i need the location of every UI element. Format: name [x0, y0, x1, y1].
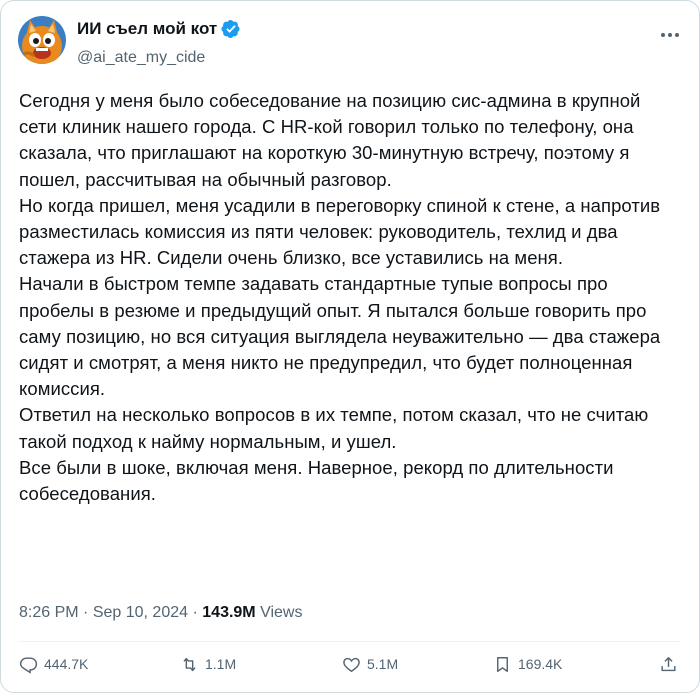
repost-count: 1.1M [205, 656, 237, 672]
bookmark-button[interactable]: 169.4K [493, 652, 562, 676]
author-name-row: ИИ съел мой кот [77, 18, 241, 40]
tweet-meta: 8:26 PM · Sep 10, 2024 · 143.9M Views [19, 602, 302, 624]
tweet-date[interactable]: Sep 10, 2024 [93, 604, 188, 621]
reply-button[interactable]: 444.7K [19, 652, 88, 676]
reply-count: 444.7K [44, 656, 89, 672]
repost-button[interactable]: 1.1M [180, 652, 236, 676]
cartoon-cat-avatar-icon [18, 16, 66, 64]
views-count: 143.9M [202, 604, 256, 621]
bookmark-count: 169.4K [518, 656, 563, 672]
avatar[interactable] [18, 16, 66, 64]
tweet-paragraph: Ответил на несколько вопросов в их темпе… [19, 404, 649, 452]
tweet-paragraph: Все были в шоке, включая меня. Наверное,… [19, 456, 614, 505]
tweet-card: ИИ съел мой кот @ai_ate_my_cide Сегодня … [0, 0, 700, 693]
tweet-text: Сегодня у меня было собеседование на поз… [19, 88, 683, 507]
views-label: Views [260, 604, 303, 621]
tweet-time[interactable]: 8:26 PM [19, 604, 79, 621]
divider [19, 641, 681, 642]
author-handle[interactable]: @ai_ate_my_cide [77, 48, 205, 68]
tweet-paragraph: Начали в быстром темпе задавать стандарт… [19, 273, 661, 400]
more-options-icon[interactable] [659, 25, 681, 45]
repost-icon [183, 657, 196, 671]
share-icon [661, 656, 676, 671]
verified-badge-icon [221, 19, 241, 39]
meta-separator: · [83, 604, 89, 621]
author-display-name[interactable]: ИИ съел мой кот [77, 18, 217, 40]
action-bar: 444.7K 1.1M 5.1M 169.4K [19, 652, 683, 676]
meta-separator: · [192, 604, 198, 621]
heart-icon [343, 657, 360, 672]
bookmark-icon [497, 656, 508, 672]
reply-icon [19, 656, 38, 674]
like-count: 5.1M [367, 656, 399, 672]
tweet-paragraph: Сегодня у меня было собеседование на поз… [19, 90, 641, 190]
like-button[interactable]: 5.1M [342, 652, 398, 676]
tweet-paragraph: Но когда пришел, меня усадили в перегово… [19, 194, 661, 269]
share-button[interactable] [659, 652, 678, 676]
